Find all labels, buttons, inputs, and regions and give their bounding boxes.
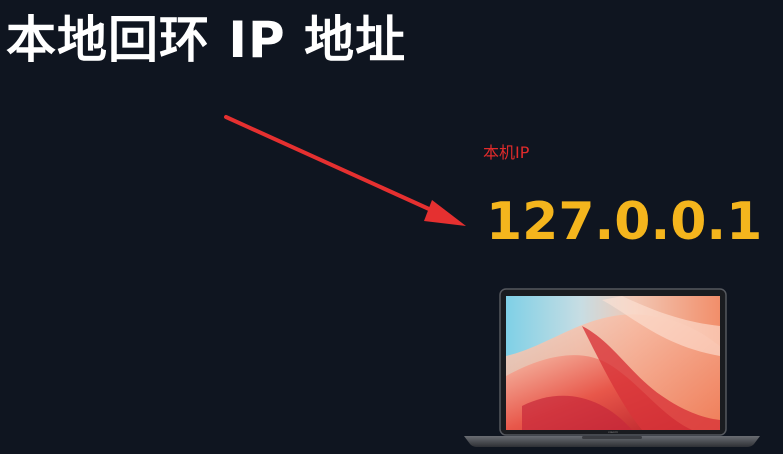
ip-address: 127.0.0.1 (486, 192, 763, 252)
laptop-brand-text: xiaomi (608, 430, 618, 434)
slide: 本地回环 IP 地址 本机IP 127.0.0.1 xiaomi (0, 0, 783, 454)
laptop-icon: xiaomi (464, 288, 760, 447)
local-ip-label: 本机IP (483, 143, 530, 162)
